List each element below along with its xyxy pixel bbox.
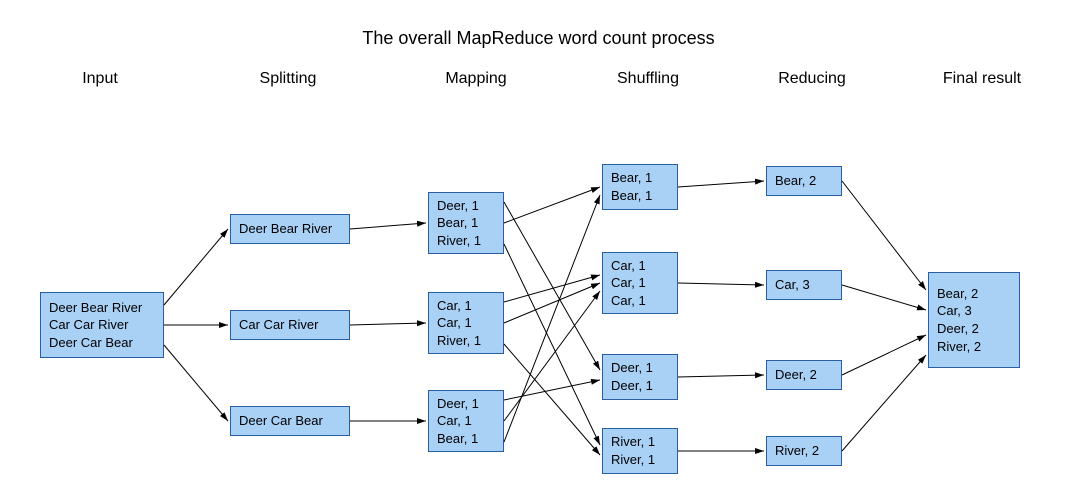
reduce-node-bear: Bear, 2 xyxy=(766,166,842,196)
stage-shuffling: Shuffling xyxy=(598,70,698,88)
stage-final: Final result xyxy=(922,70,1042,88)
reduce-node-river: River, 2 xyxy=(766,436,842,466)
shuffle-node-river: River, 1 River, 1 xyxy=(602,428,678,474)
stage-reducing: Reducing xyxy=(762,70,862,88)
shuffle-node-car: Car, 1 Car, 1 Car, 1 xyxy=(602,252,678,314)
stage-splitting: Splitting xyxy=(238,70,338,88)
stage-mapping: Mapping xyxy=(426,70,526,88)
stage-input: Input xyxy=(60,70,140,88)
reduce-node-car: Car, 3 xyxy=(766,270,842,300)
reduce-node-deer: Deer, 2 xyxy=(766,360,842,390)
input-node: Deer Bear River Car Car River Deer Car B… xyxy=(40,292,164,358)
final-result-node: Bear, 2 Car, 3 Deer, 2 River, 2 xyxy=(928,272,1020,368)
map-node-1: Deer, 1 Bear, 1 River, 1 xyxy=(428,192,504,254)
diagram-title: The overall MapReduce word count process xyxy=(0,28,1077,49)
shuffle-node-bear: Bear, 1 Bear, 1 xyxy=(602,164,678,210)
split-node-1: Deer Bear River xyxy=(230,214,350,244)
map-node-3: Deer, 1 Car, 1 Bear, 1 xyxy=(428,390,504,452)
arrows-layer xyxy=(0,0,1077,500)
shuffle-node-deer: Deer, 1 Deer, 1 xyxy=(602,354,678,400)
map-node-2: Car, 1 Car, 1 River, 1 xyxy=(428,292,504,354)
split-node-3: Deer Car Bear xyxy=(230,406,350,436)
split-node-2: Car Car River xyxy=(230,310,350,340)
